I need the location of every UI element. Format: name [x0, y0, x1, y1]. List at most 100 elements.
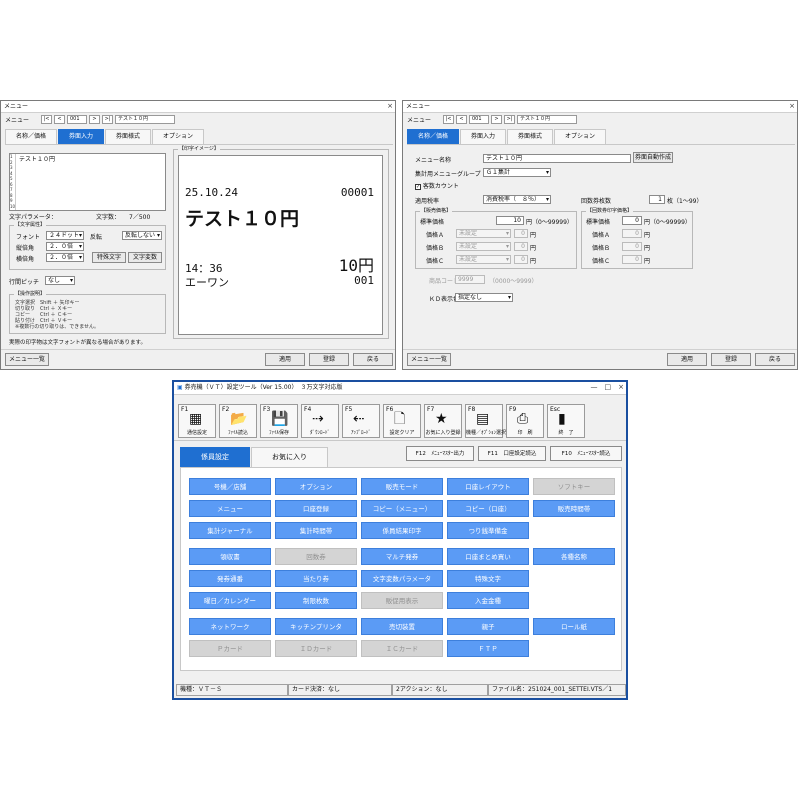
settings-button[interactable]: 口座登録 [275, 500, 357, 517]
record-number[interactable]: 001 [67, 115, 87, 124]
group-select[interactable]: Ｇ１集計 [483, 168, 551, 177]
tab-staff-settings[interactable]: 係員設定 [180, 447, 250, 467]
settings-button[interactable]: 販売時間帯 [533, 500, 615, 517]
tax-select[interactable]: 消費税率（ ８％） [483, 195, 551, 204]
check-icon[interactable]: ✓ [415, 183, 421, 190]
register-button[interactable]: 登録 [309, 353, 349, 366]
tab-options[interactable]: オプション [554, 129, 607, 144]
settings-button[interactable]: ＩＤカード [275, 640, 357, 657]
toolbar-button-f8[interactable]: F8 ▤ 機種／ｵﾌﾟｼｮﾝ選択 [465, 404, 506, 438]
close-icon[interactable]: × [789, 101, 795, 112]
next-record-button[interactable]: > [491, 115, 502, 124]
repeat-input[interactable]: 1 [649, 195, 665, 204]
tab-options[interactable]: オプション [152, 129, 205, 144]
print-a-input[interactable]: 0 [622, 229, 642, 238]
tab-ticket-input[interactable]: 券面入力 [58, 129, 105, 144]
settings-button[interactable]: 各種名称 [533, 548, 615, 565]
settings-button[interactable]: ソフトキー [533, 478, 615, 495]
back-button[interactable]: 戻る [353, 353, 393, 366]
tab-ticket-style[interactable]: 券面様式 [105, 129, 152, 144]
settings-button[interactable]: コピー（メニュー） [361, 500, 443, 517]
print-c-input[interactable]: 0 [622, 255, 642, 264]
settings-button[interactable]: ネットワーク [189, 618, 271, 635]
settings-button[interactable]: 特殊文字 [447, 570, 529, 587]
toolbar-button-f5[interactable]: F5 ⇠ ｱｯﾌﾟﾛｰﾄﾞ [342, 404, 380, 438]
auto-create-button[interactable]: 券面自動作成 [633, 152, 673, 163]
settings-button[interactable]: 入金金種 [447, 592, 529, 609]
settings-button[interactable]: 領収書 [189, 548, 271, 565]
std-price-input[interactable]: 10 [496, 216, 524, 225]
settings-button[interactable]: 口座レイアウト [447, 478, 529, 495]
price-a-input[interactable]: 0 [514, 229, 528, 238]
settings-button[interactable]: 発券通番 [189, 570, 271, 587]
settings-button[interactable]: 当たり券 [275, 570, 357, 587]
tab-name-price[interactable]: 名称／価格 [5, 129, 58, 144]
line-pitch-select[interactable]: なし [45, 276, 75, 285]
menu-master-export-button[interactable]: F12 ﾒﾆｭｰﾏｽﾀｰ出力 [406, 446, 474, 461]
kd-color-select[interactable]: 指定なし [455, 293, 513, 302]
account-settings-load-button[interactable]: F11 口座設定読込 [478, 446, 546, 461]
settings-button[interactable]: 文字変数パラメータ [361, 570, 443, 587]
menu-list-button[interactable]: メニュー一覧 [5, 353, 49, 366]
menu-master-load-button[interactable]: F10 ﾒﾆｭｰﾏｽﾀｰ読込 [550, 446, 622, 461]
char-var-button[interactable]: 文字変数 [128, 252, 162, 263]
font-select[interactable]: ２４ドット [46, 231, 84, 240]
first-record-button[interactable]: |< [443, 115, 454, 124]
settings-button[interactable]: 曜日／カレンダー [189, 592, 271, 609]
tab-name-price[interactable]: 名称／価格 [407, 129, 460, 144]
toolbar-button-esc[interactable]: Esc ▮ 終 了 [547, 404, 585, 438]
settings-button[interactable]: 号機／店舗 [189, 478, 271, 495]
tab-ticket-input[interactable]: 券面入力 [460, 129, 507, 144]
window-controls-icon[interactable]: — □ × [591, 382, 624, 393]
settings-button[interactable]: ＦＴＰ [447, 640, 529, 657]
register-button[interactable]: 登録 [711, 353, 751, 366]
horizontal-select[interactable]: ２．０倍 [46, 253, 84, 262]
toolbar-button-f1[interactable]: F1 ▦ 通信設定 [178, 404, 216, 438]
toolbar-button-f2[interactable]: F2 📂 ﾌｧｲﾙ読込 [219, 404, 257, 438]
settings-button[interactable]: ロール紙 [533, 618, 615, 635]
first-record-button[interactable]: |< [41, 115, 52, 124]
apply-button[interactable]: 適用 [265, 353, 305, 366]
settings-button[interactable]: ＩＣカード [361, 640, 443, 657]
price-b-select[interactable]: 未設定 [456, 242, 511, 251]
toolbar-button-f7[interactable]: F7 ★ お気に入り登録 [424, 404, 462, 438]
prev-record-button[interactable]: < [456, 115, 467, 124]
toolbar-button-f4[interactable]: F4 ⇢ ﾀﾞｳﾝﾛｰﾄﾞ [301, 404, 339, 438]
prev-record-button[interactable]: < [54, 115, 65, 124]
special-char-button[interactable]: 特殊文字 [92, 252, 126, 263]
menu-list-button[interactable]: メニュー一覧 [407, 353, 451, 366]
ticket-text-editor[interactable]: 1 2 3 4 5 6 7 8 9 10 テスト１０円 [9, 153, 166, 211]
back-button[interactable]: 戻る [755, 353, 795, 366]
settings-button[interactable]: 売切装置 [361, 618, 443, 635]
price-b-input[interactable]: 0 [514, 242, 528, 251]
settings-button[interactable]: 集計ジャーナル [189, 522, 271, 539]
next-record-button[interactable]: > [89, 115, 100, 124]
menu-name-input[interactable]: テスト１０円 [483, 154, 631, 163]
settings-button[interactable]: 集計時間帯 [275, 522, 357, 539]
print-b-input[interactable]: 0 [622, 242, 642, 251]
close-icon[interactable]: × [387, 101, 393, 112]
invert-select[interactable]: 反転しない [122, 231, 162, 240]
toolbar-button-f9[interactable]: F9 ⎙ 印 刷 [506, 404, 544, 438]
vertical-select[interactable]: ２．０倍 [46, 242, 84, 251]
price-a-select[interactable]: 未設定 [456, 229, 511, 238]
settings-button[interactable]: 親子 [447, 618, 529, 635]
tab-favorites[interactable]: お気に入り [251, 447, 328, 467]
price-c-select[interactable]: 未設定 [456, 255, 511, 264]
settings-button[interactable]: つり銭準備金 [447, 522, 529, 539]
settings-button[interactable]: 販売モード [361, 478, 443, 495]
product-code-input[interactable]: 9999 [455, 275, 485, 284]
settings-button[interactable]: 販促用表示 [361, 592, 443, 609]
settings-button[interactable]: キッチンプリンタ [275, 618, 357, 635]
print-std-input[interactable]: 0 [622, 216, 642, 225]
tab-ticket-style[interactable]: 券面様式 [507, 129, 554, 144]
price-c-input[interactable]: 0 [514, 255, 528, 264]
last-record-button[interactable]: >| [504, 115, 515, 124]
sales-count-checkbox[interactable]: ✓ 客数カウント [415, 181, 459, 190]
settings-button[interactable]: 制限枚数 [275, 592, 357, 609]
last-record-button[interactable]: >| [102, 115, 113, 124]
apply-button[interactable]: 適用 [667, 353, 707, 366]
settings-button[interactable]: オプション [275, 478, 357, 495]
settings-button[interactable]: コピー（口座） [447, 500, 529, 517]
toolbar-button-f3[interactable]: F3 💾 ﾌｧｲﾙ保存 [260, 404, 298, 438]
